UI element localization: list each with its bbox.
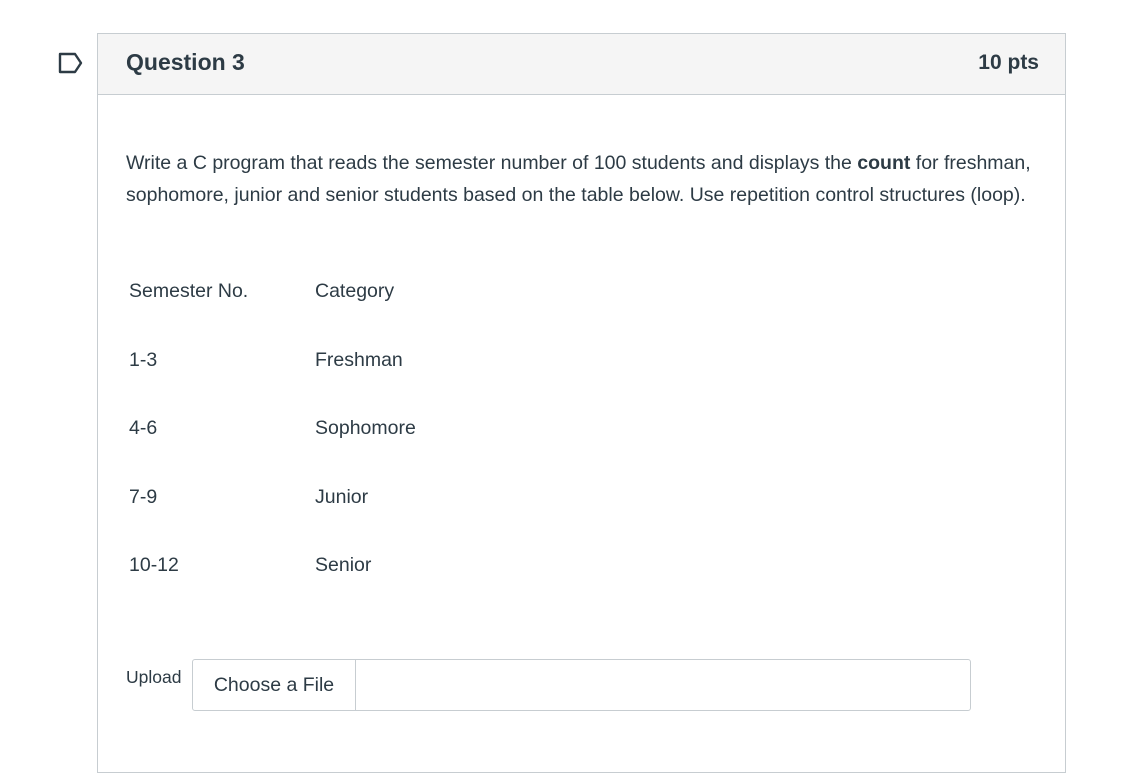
table-cell-semester: 1-3	[129, 349, 158, 371]
question-points: 10 pts	[978, 51, 1039, 74]
table-cell-semester: 10-12	[129, 554, 179, 576]
file-upload-field[interactable]: Choose a File	[192, 659, 971, 711]
table-cell-category: Sophomore	[315, 417, 416, 439]
question-text-bold: count	[857, 152, 911, 174]
upload-label: Upload	[126, 667, 182, 687]
table-cell-semester: 4-6	[129, 417, 158, 439]
table-cell-category: Freshman	[315, 349, 403, 371]
table-cell-category: Junior	[315, 486, 369, 508]
table-header-semester: Semester No.	[129, 280, 249, 302]
table-cell-semester: 7-9	[129, 486, 158, 508]
table-cell-category: Senior	[315, 554, 372, 576]
choose-file-button[interactable]: Choose a File	[193, 660, 356, 710]
table-header-category: Category	[315, 280, 395, 302]
question-card: Question 3 10 pts Write a C program that…	[97, 33, 1066, 773]
question-text: Write a C program that reads the semeste…	[126, 147, 1046, 211]
flag-question-icon[interactable]	[58, 52, 84, 74]
question-text-part1: Write a C program that reads the semeste…	[126, 152, 858, 174]
question-title: Question 3	[126, 49, 245, 75]
question-header: Question 3 10 pts	[98, 34, 1065, 95]
